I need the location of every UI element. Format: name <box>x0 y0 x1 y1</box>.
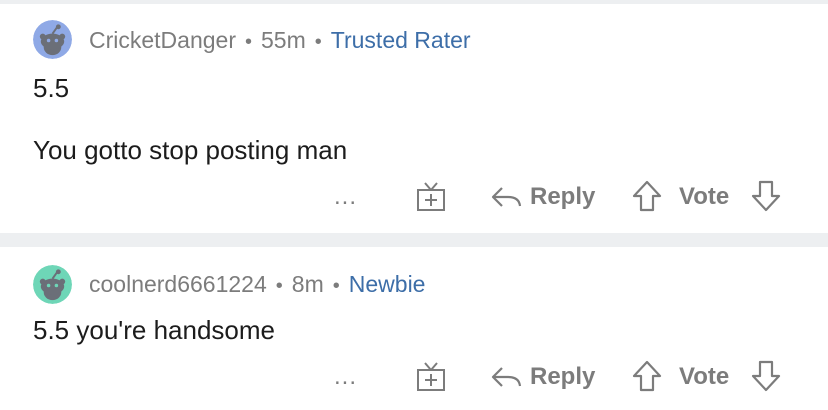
reply-button[interactable]: Reply <box>530 363 595 391</box>
downvote-arrow-icon[interactable] <box>751 180 781 212</box>
user-flair: Newbie <box>348 271 426 297</box>
upvote-arrow-icon[interactable] <box>632 180 662 212</box>
comment-meta: CricketDanger • 55m • Trusted Rater <box>89 26 471 56</box>
gift-icon[interactable] <box>416 180 446 212</box>
more-options-icon[interactable]: ... <box>334 183 357 211</box>
separator-dot: • <box>314 31 322 53</box>
comment-divider <box>0 233 828 247</box>
comment-actions: ... Reply Vote <box>0 177 828 217</box>
reply-arrow-icon[interactable] <box>490 184 522 210</box>
avatar[interactable] <box>33 20 72 59</box>
comment: CricketDanger • 55m • Trusted Rater 5.5 You … <box>0 4 828 233</box>
upvote-arrow-icon[interactable] <box>632 360 662 392</box>
downvote-arrow-icon[interactable] <box>751 360 781 392</box>
separator-dot: • <box>332 275 340 297</box>
comment-meta: coolnerd6661224 • 8m • Newbie <box>89 270 425 300</box>
comment-body-line: You gotto stop posting man <box>33 135 348 165</box>
username[interactable]: coolnerd6661224 <box>89 271 267 297</box>
username[interactable]: CricketDanger <box>89 27 236 53</box>
snoo-avatar-icon <box>33 20 72 59</box>
avatar[interactable] <box>33 265 72 304</box>
vote-count: Vote <box>679 363 730 390</box>
user-flair: Trusted Rater <box>330 27 471 53</box>
comment-body-line: 5.5 <box>33 73 70 103</box>
comment-body-line: 5.5 you're handsome <box>33 315 276 345</box>
reply-arrow-icon[interactable] <box>490 364 522 390</box>
separator-dot: • <box>275 275 283 297</box>
reply-button[interactable]: Reply <box>530 183 595 211</box>
comment-actions: ... Reply Vote <box>0 357 828 397</box>
comment: coolnerd6661224 • 8m • Newbie 5.5 you're han… <box>0 247 828 410</box>
vote-count: Vote <box>679 183 730 210</box>
more-options-icon[interactable]: ... <box>334 363 357 391</box>
snoo-avatar-icon <box>33 265 72 304</box>
timestamp: 55m <box>261 27 306 53</box>
timestamp: 8m <box>291 271 324 297</box>
separator-dot: • <box>245 31 253 53</box>
gift-icon[interactable] <box>416 360 446 392</box>
